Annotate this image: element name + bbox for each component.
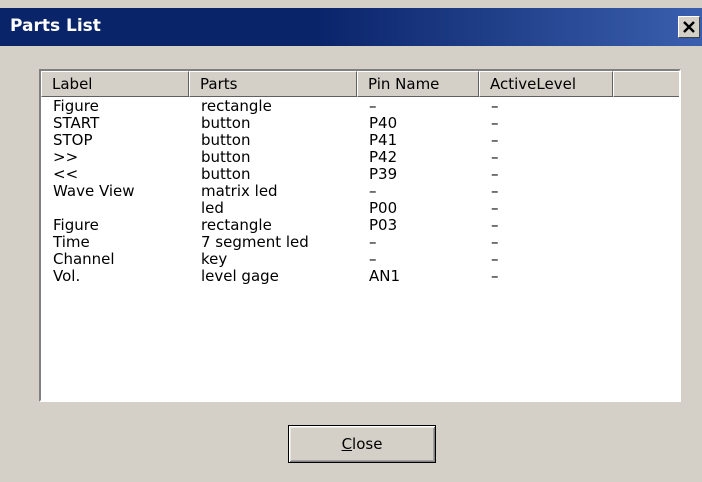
cell-pin-name: P40 [369, 114, 398, 132]
cell-parts: key [201, 250, 228, 268]
table-row[interactable]: Wave View matrix led – – [41, 182, 679, 200]
table-row[interactable]: led P00 – [41, 199, 679, 217]
cell-label: Wave View [53, 182, 135, 200]
cell-parts: button [201, 165, 251, 183]
cell-active-level: – [491, 97, 499, 115]
cell-active-level: – [491, 199, 499, 217]
cell-label: START [53, 114, 100, 132]
cell-label: >> [53, 148, 79, 166]
cell-active-level: – [491, 182, 499, 200]
cell-parts: button [201, 148, 251, 166]
cell-label: Vol. [53, 267, 81, 285]
table-row[interactable]: STOP button P41 – [41, 131, 679, 149]
cell-active-level: – [491, 148, 499, 166]
cell-active-level: – [491, 233, 499, 251]
cell-pin-name: P03 [369, 216, 398, 234]
cell-parts: rectangle [201, 97, 272, 115]
cell-active-level: – [491, 131, 499, 149]
column-header-active-level[interactable]: ActiveLevel [479, 71, 613, 97]
cell-label: STOP [53, 131, 93, 149]
cell-pin-name: – [369, 182, 377, 200]
table-row[interactable]: Vol. level gage AN1 – [41, 267, 679, 285]
table-row[interactable]: START button P40 – [41, 114, 679, 132]
cell-active-level: – [491, 267, 499, 285]
x-glyph-icon [683, 21, 695, 33]
cell-parts: 7 segment led [201, 233, 309, 251]
close-label-rest: lose [352, 435, 383, 453]
cell-parts: rectangle [201, 216, 272, 234]
cell-active-level: – [491, 165, 499, 183]
parts-list-view[interactable]: Label Parts Pin Name ActiveLevel Figure … [39, 69, 681, 402]
table-row[interactable]: >> button P42 – [41, 148, 679, 166]
dialog-body: Label Parts Pin Name ActiveLevel Figure … [0, 46, 702, 482]
cell-label: Time [53, 233, 90, 251]
cell-label: Figure [53, 216, 99, 234]
close-button-label: Close [342, 435, 383, 453]
cell-pin-name: AN1 [369, 267, 401, 285]
column-header-parts[interactable]: Parts [189, 71, 357, 97]
table-row[interactable]: Channel key – – [41, 250, 679, 268]
cell-parts: matrix led [201, 182, 278, 200]
cell-parts: led [201, 199, 224, 217]
window-title: Parts List [10, 16, 101, 36]
cell-parts: button [201, 131, 251, 149]
table-row[interactable]: Figure rectangle P03 – [41, 216, 679, 234]
close-mnemonic: C [341, 435, 353, 453]
cell-pin-name: P39 [369, 165, 398, 183]
list-header: Label Parts Pin Name ActiveLevel [41, 71, 679, 97]
table-row[interactable]: << button P39 – [41, 165, 679, 183]
close-button[interactable]: Close [288, 425, 436, 463]
cell-label: Channel [53, 250, 115, 268]
cell-label: Figure [53, 97, 99, 115]
column-header-pin-name[interactable]: Pin Name [357, 71, 479, 97]
table-row[interactable]: Time 7 segment led – – [41, 233, 679, 251]
cell-parts: button [201, 114, 251, 132]
cell-parts: level gage [201, 267, 279, 285]
cell-label: << [53, 165, 79, 183]
cell-pin-name: P41 [369, 131, 398, 149]
cell-active-level: – [491, 250, 499, 268]
cell-pin-name: P42 [369, 148, 398, 166]
close-icon[interactable] [678, 16, 700, 38]
cell-pin-name: – [369, 97, 377, 115]
title-bar[interactable]: Parts List [0, 8, 702, 46]
cell-pin-name: – [369, 250, 377, 268]
cell-active-level: – [491, 114, 499, 132]
cell-pin-name: – [369, 233, 377, 251]
cell-active-level: – [491, 216, 499, 234]
parts-list-dialog: Parts List Label Parts Pin Name ActiveLe… [0, 0, 702, 482]
column-header-filler [613, 71, 679, 97]
table-row[interactable]: Figure rectangle – – [41, 97, 679, 115]
column-header-label[interactable]: Label [41, 71, 189, 97]
list-rows: Figure rectangle – – START button P40 – … [41, 97, 679, 285]
cell-pin-name: P00 [369, 199, 398, 217]
